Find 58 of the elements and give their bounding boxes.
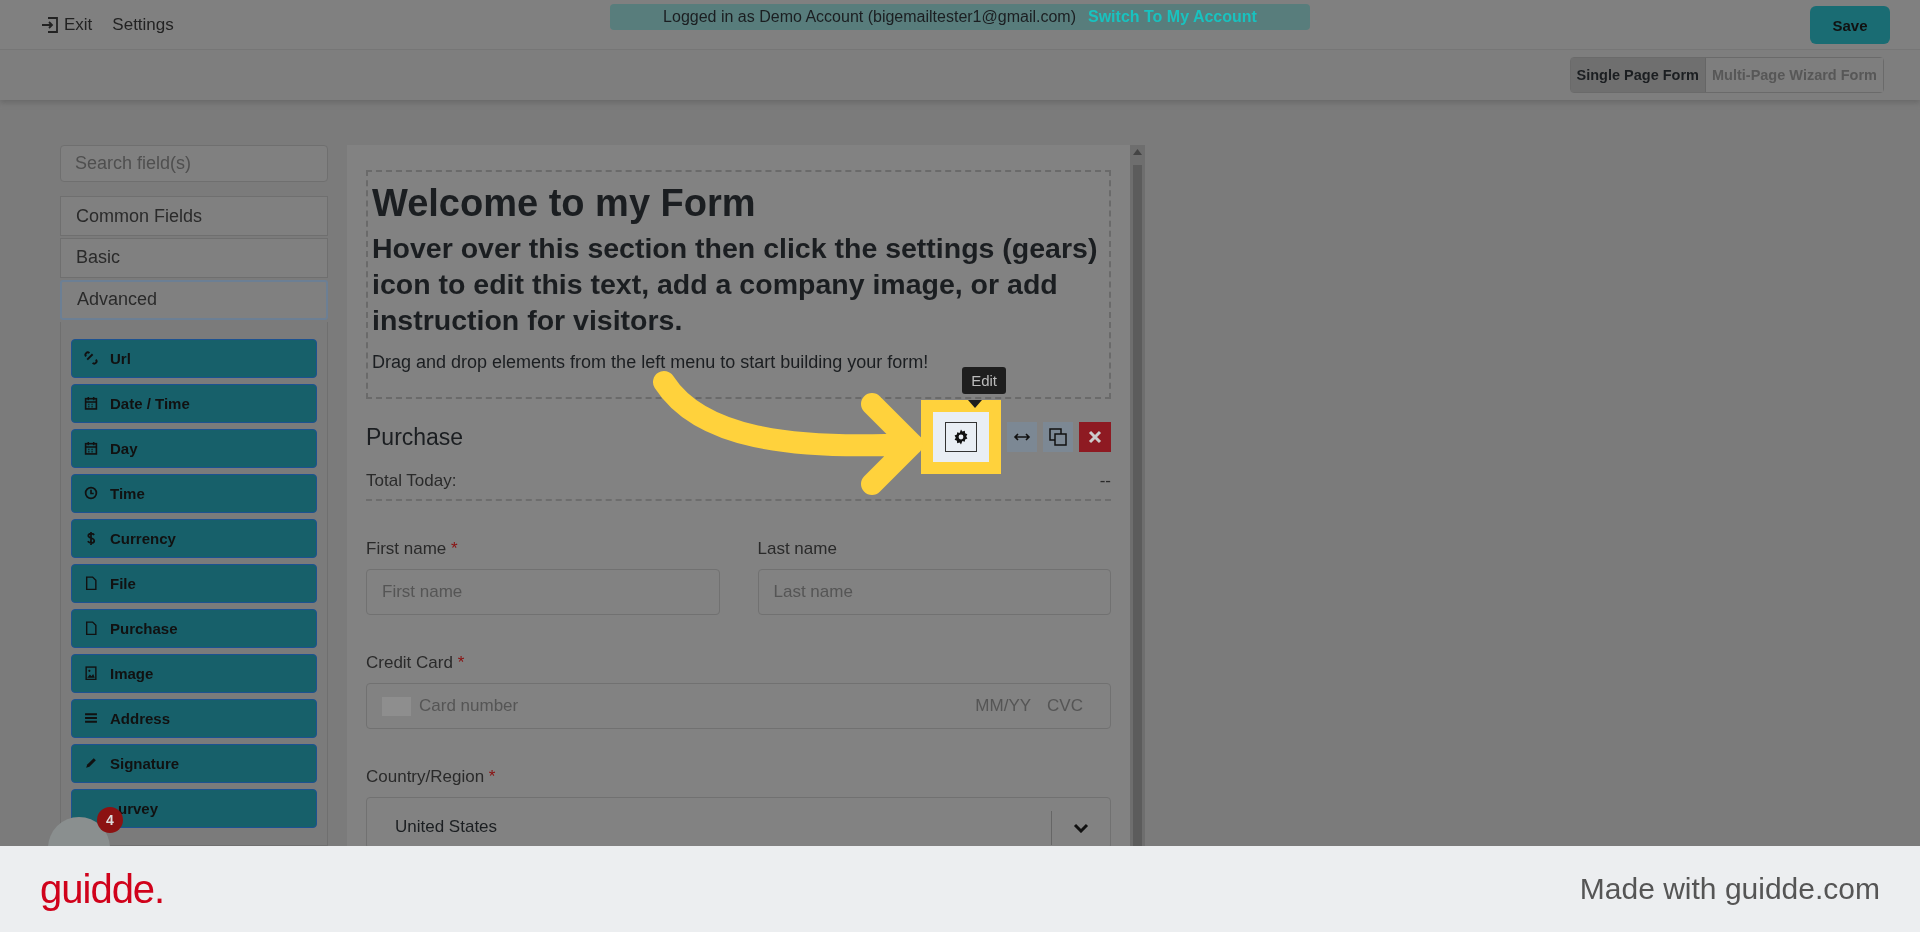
field-type-button[interactable]: Time (71, 474, 317, 513)
form-instructions: Drag and drop elements from the left menu to start building your form! (372, 352, 930, 374)
field-type-button[interactable]: Address (71, 699, 317, 738)
exit-icon (40, 14, 60, 35)
select-value: United States (394, 816, 499, 838)
image-icon (84, 666, 98, 681)
brand-logo: guidde. (40, 866, 165, 912)
copy-icon (1048, 427, 1068, 448)
file-icon (84, 621, 98, 636)
exit-link[interactable]: Exit (40, 14, 93, 35)
field-type-button[interactable]: File (71, 564, 317, 603)
required-mark: * (488, 767, 496, 787)
close-icon (1088, 430, 1102, 445)
total-label: Total Today: (366, 471, 457, 492)
file-icon (84, 576, 98, 591)
form-type-tab[interactable]: Single Page Form (1570, 58, 1706, 92)
save-button[interactable]: Save (1810, 6, 1890, 44)
tooltip: Edit (962, 367, 1006, 395)
link-icon (84, 351, 98, 366)
field-group-header[interactable]: Common Fields (60, 196, 328, 237)
field-label: First name * (366, 539, 459, 560)
field-group-header[interactable]: Basic (60, 238, 328, 278)
lines-icon (84, 711, 98, 726)
calendar-icon (84, 396, 98, 411)
credit-text: Made with guidde.com (1579, 872, 1880, 906)
scrollbar[interactable] (1130, 145, 1145, 846)
section-title: Purchase (366, 423, 464, 451)
settings-button[interactable] (945, 422, 977, 453)
exit-label[interactable]: Exit (64, 14, 93, 35)
field-type-button[interactable]: Day (71, 429, 317, 468)
field-label: Last name (757, 539, 838, 560)
required-mark: * (451, 539, 458, 559)
field-group-header[interactable]: Advanced (60, 279, 328, 320)
chevron-icon (1073, 823, 1089, 834)
scroll-up-icon (1133, 149, 1142, 155)
required-mark: * (457, 653, 465, 673)
settings-icon (952, 428, 970, 447)
field-type-button[interactable]: Image (71, 654, 317, 693)
settings-link[interactable]: Settings (112, 14, 174, 35)
form-subtitle: Hover over this section then click the settings (gears) icon to edit this text, add a company image, or add instruction for visitors. (372, 231, 1099, 338)
delete-button[interactable] (1079, 422, 1111, 453)
pencil-icon (84, 756, 98, 771)
total-value: -- (1099, 471, 1111, 492)
move-button[interactable] (1007, 422, 1037, 453)
field-type-button[interactable]: Url (71, 339, 317, 378)
clock-icon (84, 486, 98, 501)
field-type-button[interactable]: Signature (71, 744, 317, 783)
field-label: Country/Region * (366, 767, 497, 788)
form-title: Welcome to my Form (372, 181, 757, 226)
field-type-button[interactable]: Date / Time (71, 384, 317, 423)
switch-account-link[interactable]: Switch To My Account (1088, 8, 1257, 26)
field-type-button[interactable]: Purchase (71, 609, 317, 648)
dollar-icon (84, 531, 98, 546)
calendar-icon (84, 441, 98, 456)
duplicate-button[interactable] (1043, 422, 1073, 453)
login-notice: Logged in as Demo Account (bigemailtester1@gmail.com) (663, 8, 1076, 26)
field-label: Credit Card * (366, 653, 466, 674)
field-type-button[interactable]: Currency (71, 519, 317, 558)
